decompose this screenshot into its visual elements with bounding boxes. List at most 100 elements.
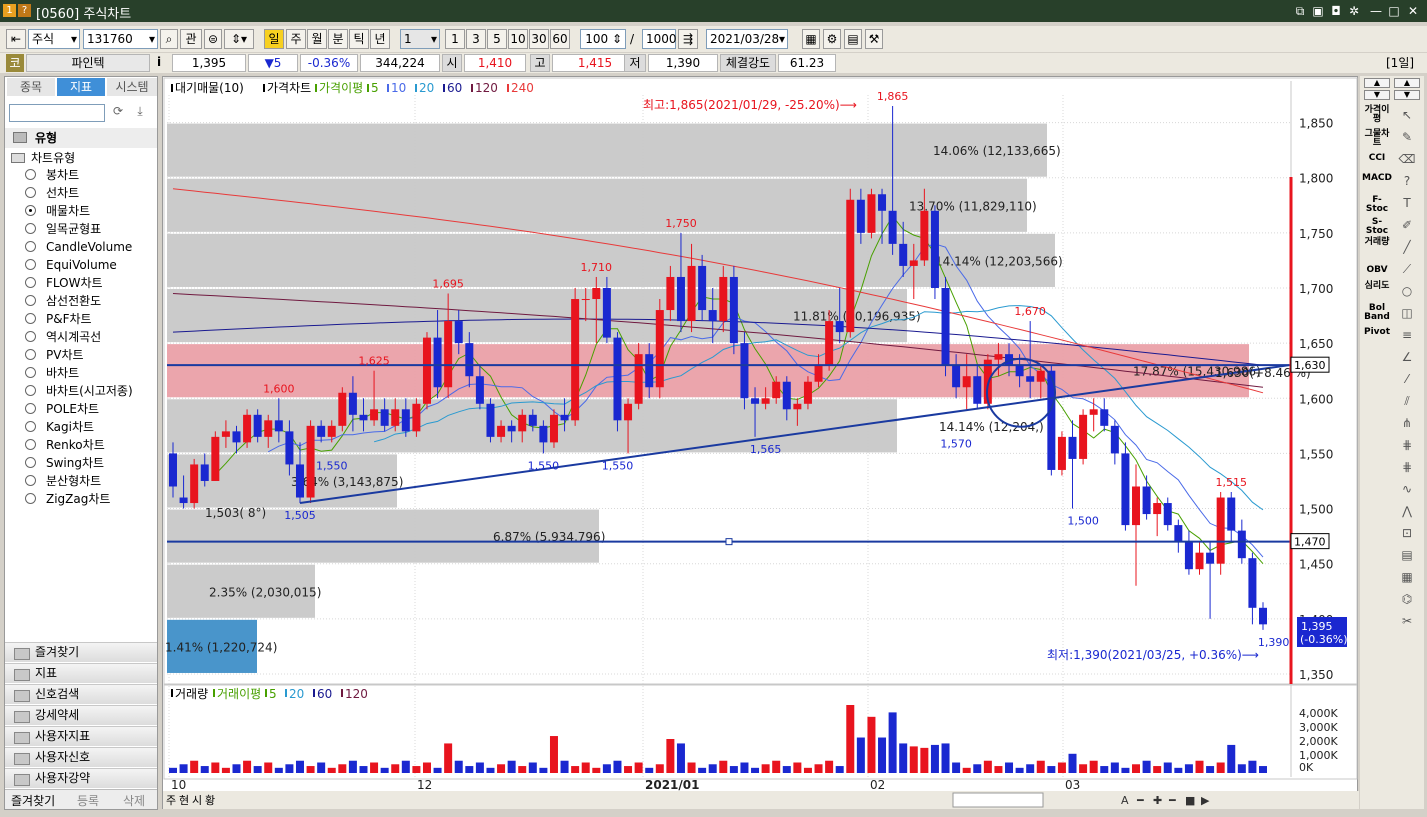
drawing-tool-icon-22[interactable]: ⌬ xyxy=(1396,590,1418,608)
gwan-button[interactable]: 관 xyxy=(180,29,202,49)
indicator-shortcut-5[interactable]: S-Stoc xyxy=(1362,218,1392,236)
prev-stock-icon[interactable]: ⇤ xyxy=(6,29,26,49)
unit-30-button[interactable]: 30 xyxy=(529,29,549,49)
refresh-icon[interactable]: ⟳ xyxy=(109,104,127,122)
drawing-tool-icon-9[interactable]: ◫ xyxy=(1396,304,1418,322)
radio-icon[interactable] xyxy=(25,223,36,234)
minimize-icon[interactable]: — xyxy=(1368,3,1384,19)
indicator-shortcut-3[interactable]: MACD xyxy=(1362,174,1392,183)
folder-5[interactable]: 사용자신호 xyxy=(5,747,157,767)
radio-icon[interactable] xyxy=(25,277,36,288)
drawing-tool-icon-3[interactable]: ? xyxy=(1396,172,1418,190)
radio-icon[interactable] xyxy=(25,313,36,324)
date-input[interactable]: 2021/03/28 ▾ xyxy=(706,29,788,49)
link-stock-icon[interactable]: ⊜ xyxy=(204,29,222,49)
scroll-down-icon[interactable]: ▼ xyxy=(1364,90,1390,100)
scroll-down-icon-2[interactable]: ▼ xyxy=(1394,90,1420,100)
chart-type-10[interactable]: PV차트 xyxy=(25,346,84,364)
drawing-tool-icon-11[interactable]: ∠ xyxy=(1396,348,1418,366)
chart-type-18[interactable]: ZigZag차트 xyxy=(25,490,110,508)
apply-icon[interactable]: ⇶ xyxy=(678,29,698,49)
drawing-tool-icon-18[interactable]: ⋀ xyxy=(1396,502,1418,520)
drawing-tool-icon-13[interactable]: ⫽ xyxy=(1396,392,1418,410)
chart-area[interactable]: 1,850 1,800 1,750 1,700 1,650 1,600 1,550 1,500… xyxy=(162,76,1359,810)
tab-indicator[interactable]: 지표 xyxy=(57,78,105,96)
indicator-shortcut-6[interactable]: 거래량 xyxy=(1362,238,1392,247)
radio-icon[interactable] xyxy=(25,475,36,486)
chart-type-3[interactable]: 일목균형표 xyxy=(25,220,101,238)
new-window-icon[interactable]: ⧉ xyxy=(1292,3,1308,19)
chart-type-9[interactable]: 역시계곡선 xyxy=(25,328,101,346)
info-icon[interactable]: i xyxy=(157,55,161,69)
chart-type-5[interactable]: EquiVolume xyxy=(25,256,117,274)
code-input[interactable]: 131760 ▾ xyxy=(83,29,158,49)
drawing-tool-icon-7[interactable]: ⟋ xyxy=(1396,260,1418,278)
unit-5-button[interactable]: 5 xyxy=(487,29,507,49)
drawing-tool-icon-0[interactable]: ↖ xyxy=(1396,106,1418,124)
drawing-tool-icon-10[interactable]: ≡ xyxy=(1396,326,1418,344)
folder-0[interactable]: 즐겨찾기 xyxy=(5,642,157,662)
chart-svg[interactable]: 1,850 1,800 1,750 1,700 1,650 1,600 1,550 1,500… xyxy=(163,77,1359,810)
chart-type-16[interactable]: Swing차트 xyxy=(25,454,104,472)
chart-type-12[interactable]: 바차트(시고저종) xyxy=(25,382,133,400)
indicator-shortcut-8[interactable]: 심리도 xyxy=(1362,282,1392,291)
indicator-shortcut-0[interactable]: 가격이평 xyxy=(1362,106,1392,124)
radio-icon[interactable] xyxy=(25,295,36,306)
tab-system[interactable]: 시스템 xyxy=(107,78,157,96)
indicator-shortcut-1[interactable]: 그물차트 xyxy=(1362,130,1392,148)
unit-3-button[interactable]: 3 xyxy=(466,29,486,49)
scroll-up-icon-2[interactable]: ▲ xyxy=(1394,78,1420,88)
drawing-tool-icon-8[interactable]: ○ xyxy=(1396,282,1418,300)
unit-1-button[interactable]: 1 xyxy=(445,29,465,49)
register-button[interactable]: 등록 xyxy=(77,792,99,809)
chart-type-8[interactable]: P&F차트 xyxy=(25,310,92,328)
radio-icon[interactable] xyxy=(25,457,36,468)
radio-icon[interactable] xyxy=(25,205,36,216)
indicator-shortcut-9[interactable]: Bol Band xyxy=(1362,304,1392,322)
unit-10-button[interactable]: 10 xyxy=(508,29,528,49)
chart-setting-icon[interactable]: ▦ xyxy=(802,29,820,49)
count-input[interactable]: 100 ⇕ xyxy=(580,29,626,49)
spin-icon[interactable]: ⇕▾ xyxy=(224,29,254,49)
unit-60-button[interactable]: 60 xyxy=(550,29,570,49)
subgroup-header[interactable]: 차트유형 xyxy=(11,149,75,167)
radio-icon[interactable] xyxy=(25,403,36,414)
indicator-shortcut-2[interactable]: CCI xyxy=(1362,154,1392,163)
chart-type-14[interactable]: Kagi차트 xyxy=(25,418,94,436)
radio-icon[interactable] xyxy=(25,385,36,396)
window-number-icon[interactable]: 1 xyxy=(3,4,16,17)
radio-icon[interactable] xyxy=(25,169,36,180)
chart-type-4[interactable]: CandleVolume xyxy=(25,238,132,256)
drawing-tool-icon-12[interactable]: ⁄ xyxy=(1396,370,1418,388)
market-select[interactable]: 주식 ▾ xyxy=(28,29,80,49)
download-icon[interactable]: ⤓ xyxy=(131,104,149,122)
period-year-button[interactable]: 년 xyxy=(370,29,390,49)
radio-icon[interactable] xyxy=(25,367,36,378)
radio-icon[interactable] xyxy=(25,187,36,198)
period-week-button[interactable]: 주 xyxy=(286,29,306,49)
indicator-shortcut-7[interactable]: OBV xyxy=(1362,266,1392,275)
link-icon[interactable]: ▣ xyxy=(1310,3,1326,19)
indicator-search-input[interactable] xyxy=(9,104,105,122)
folder-2[interactable]: 신호검색 xyxy=(5,684,157,704)
delete-button[interactable]: 삭제 xyxy=(123,792,145,809)
group-header[interactable]: 유형 xyxy=(5,128,157,148)
drawing-tool-icon-15[interactable]: ⋕ xyxy=(1396,436,1418,454)
chart-type-15[interactable]: Renko차트 xyxy=(25,436,105,454)
radio-icon[interactable] xyxy=(25,331,36,342)
drawing-tool-icon-14[interactable]: ⋔ xyxy=(1396,414,1418,432)
drawing-tool-icon-16[interactable]: ⋕ xyxy=(1396,458,1418,476)
camera-icon[interactable]: ◘ xyxy=(1328,3,1344,19)
period-day-button[interactable]: 일 xyxy=(264,29,284,49)
drawing-tool-icon-17[interactable]: ∿ xyxy=(1396,480,1418,498)
env-setting-icon[interactable]: ⚙ xyxy=(823,29,841,49)
save-icon[interactable]: ▤ xyxy=(844,29,862,49)
radio-icon[interactable] xyxy=(25,439,36,450)
folder-3[interactable]: 강세약세 xyxy=(5,705,157,725)
drawing-tool-icon-6[interactable]: ╱ xyxy=(1396,238,1418,256)
chart-type-0[interactable]: 봉차트 xyxy=(25,166,79,184)
help-icon[interactable]: ? xyxy=(18,4,31,17)
tools-icon[interactable]: ⚒ xyxy=(865,29,883,49)
chart-type-2[interactable]: 매물차트 xyxy=(25,202,90,220)
drawing-tool-icon-21[interactable]: ▦ xyxy=(1396,568,1418,586)
